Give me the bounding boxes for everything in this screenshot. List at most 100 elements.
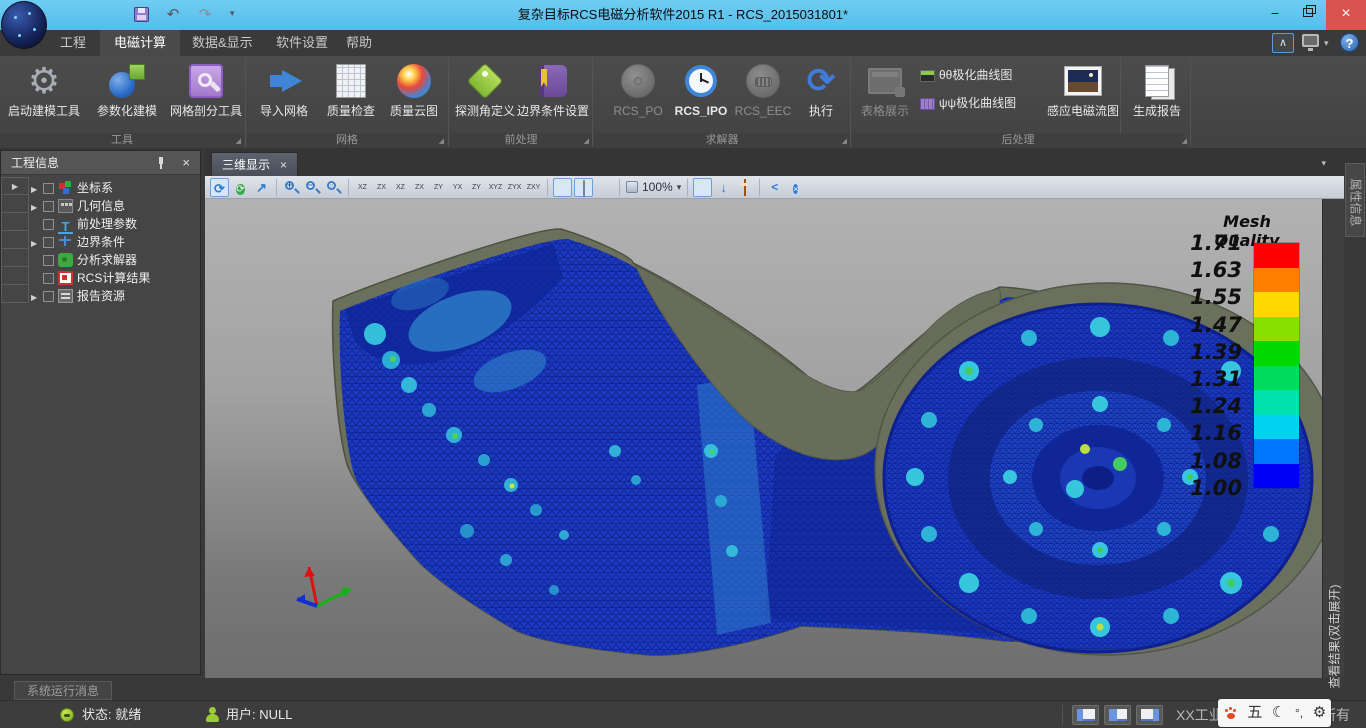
view-preset-button[interactable]: XYZ bbox=[486, 178, 505, 197]
rcs-ipo-button[interactable]: RCS_IPO bbox=[672, 60, 730, 132]
checkbox[interactable] bbox=[43, 291, 54, 302]
tab-3d-display[interactable]: 三维显示× bbox=[211, 152, 298, 176]
quality-cloudmap-button[interactable]: 质量云图 bbox=[384, 60, 444, 132]
dialog-launcher-icon[interactable]: ◢ bbox=[584, 138, 589, 145]
tab-help[interactable]: 帮助 bbox=[332, 30, 386, 56]
checkbox[interactable] bbox=[43, 237, 54, 248]
checkbox[interactable] bbox=[43, 201, 54, 212]
ime-punctuation-icon[interactable]: °, bbox=[1295, 699, 1303, 727]
quick-access-caret-icon[interactable]: ▾ bbox=[230, 8, 235, 19]
import-mesh-button[interactable]: 导入网格 bbox=[251, 60, 317, 132]
tab-project[interactable]: 工程 bbox=[46, 30, 100, 56]
tree-item-preprocess-params[interactable]: T前处理参数 bbox=[31, 215, 199, 233]
display-icon[interactable] bbox=[1302, 34, 1319, 47]
tree-item-report-resources[interactable]: ▶报告资源 bbox=[31, 287, 199, 305]
layout-right-button[interactable] bbox=[1136, 705, 1163, 725]
tab-data-display[interactable]: 数据&显示 bbox=[178, 30, 267, 56]
view-preset-button[interactable]: ZY bbox=[429, 178, 448, 197]
parametric-modeling-button[interactable]: 参数化建模 bbox=[88, 60, 166, 132]
launch-modeling-tool-button[interactable]: ⚙ 启动建模工具 bbox=[4, 60, 84, 132]
view-preset-button[interactable]: ZYX bbox=[505, 178, 524, 197]
viewport-3d[interactable] bbox=[205, 199, 1322, 678]
view-preset-button[interactable]: XZ bbox=[391, 178, 410, 197]
system-messages-tab[interactable]: 系统运行消息 bbox=[14, 681, 112, 700]
save-icon[interactable] bbox=[134, 7, 149, 22]
display-caret-icon[interactable]: ▾ bbox=[1324, 38, 1329, 49]
tree-item-boundary-conditions[interactable]: ▶边界条件 bbox=[31, 233, 199, 251]
checkbox[interactable] bbox=[43, 219, 54, 230]
view-preset-button[interactable]: XZ bbox=[353, 178, 372, 197]
layout-left-button[interactable] bbox=[1072, 705, 1099, 725]
probe-angle-button[interactable]: 探测角定义 bbox=[452, 60, 518, 132]
checkbox[interactable] bbox=[43, 183, 54, 194]
close-view-button[interactable]: × bbox=[786, 178, 805, 197]
mesh-partition-tool-button[interactable]: 网格剖分工具 bbox=[168, 60, 244, 132]
boundary-condition-button[interactable]: 边界条件设置 bbox=[514, 60, 592, 132]
share-button[interactable]: < bbox=[765, 178, 784, 197]
ime-moon-icon[interactable]: ☾ bbox=[1272, 699, 1285, 727]
tree-item-rcs-results[interactable]: RCS计算结果 bbox=[31, 269, 199, 287]
tab-close-icon[interactable]: × bbox=[280, 158, 287, 172]
ime-logo-paw-icon[interactable] bbox=[1223, 706, 1238, 720]
undo-icon[interactable]: ↶ bbox=[162, 5, 184, 25]
pin-icon[interactable] bbox=[156, 157, 166, 169]
ime-toolbar[interactable]: 五 ☾ °, ⚙ bbox=[1218, 699, 1331, 727]
view-preset-button[interactable]: ZX bbox=[372, 178, 391, 197]
theta-polar-curve-button[interactable]: θθ极化曲线图 bbox=[920, 64, 1040, 86]
tab-settings[interactable]: 软件设置 bbox=[262, 30, 342, 56]
tree-item-analysis-solver[interactable]: 分析求解器 bbox=[31, 251, 199, 269]
drop-view-button[interactable]: ↓ bbox=[714, 178, 733, 197]
ime-mode-indicator[interactable]: 五 bbox=[1247, 699, 1262, 727]
clip-plane-button[interactable] bbox=[693, 178, 712, 197]
psi-polar-curve-button[interactable]: ψψ极化曲线图 bbox=[920, 92, 1040, 114]
rotate-view-button[interactable]: ⟳ bbox=[210, 178, 229, 197]
view-preset-button[interactable]: ZY bbox=[467, 178, 486, 197]
pan-view-button[interactable]: ↗ bbox=[252, 178, 271, 197]
checkbox[interactable] bbox=[43, 273, 54, 284]
ime-settings-gear-icon[interactable]: ⚙ bbox=[1313, 699, 1326, 727]
smooth-shade-button[interactable] bbox=[553, 178, 572, 197]
panel-close-icon[interactable]: × bbox=[182, 151, 190, 175]
view-preset-button[interactable]: YX bbox=[448, 178, 467, 197]
checkbox[interactable] bbox=[43, 255, 54, 266]
chevron-down-icon[interactable]: ▾ bbox=[677, 182, 682, 193]
points-display-button[interactable] bbox=[595, 178, 614, 197]
window-capture-button[interactable] bbox=[735, 178, 754, 197]
tree-item-geometry-info[interactable]: ▶几何信息 bbox=[31, 197, 199, 215]
results-collapsed-strip[interactable]: 查看结果(双击展开) bbox=[1322, 199, 1344, 678]
dialog-launcher-icon[interactable]: ◢ bbox=[842, 138, 847, 145]
zoom-window-button[interactable]: ▫ bbox=[324, 178, 343, 197]
tab-em-compute[interactable]: 电磁计算 bbox=[100, 30, 180, 56]
induced-current-map-button[interactable]: 感应电磁流图 bbox=[1044, 60, 1122, 132]
dialog-launcher-icon[interactable]: ◢ bbox=[1182, 138, 1187, 145]
execute-button[interactable]: ⟳ 执行 bbox=[798, 60, 844, 132]
refresh-view-button[interactable]: ⟳ bbox=[231, 178, 250, 197]
minimize-button[interactable]: − bbox=[1258, 0, 1292, 28]
surface-display-button[interactable] bbox=[574, 178, 593, 197]
project-panel-header[interactable]: 工程信息 × bbox=[1, 151, 200, 175]
zoom-level-control[interactable]: 100% ▾ bbox=[626, 180, 681, 194]
layout-split-button[interactable] bbox=[1104, 705, 1131, 725]
rcs-eec-button[interactable]: RCS_EEC bbox=[734, 60, 792, 132]
tab-overflow-icon[interactable]: ▾ bbox=[1321, 158, 1326, 169]
rcs-po-button[interactable]: RCS_PO bbox=[610, 60, 666, 132]
quality-check-button[interactable]: 质量检查 bbox=[321, 60, 381, 132]
generate-report-button[interactable]: 生成报告 bbox=[1128, 60, 1186, 132]
view-preset-button[interactable]: ZXY bbox=[524, 178, 543, 197]
gutter-expander[interactable]: ▶ bbox=[1, 177, 29, 195]
dialog-launcher-icon[interactable]: ◢ bbox=[439, 138, 444, 145]
properties-collapsed-tab[interactable]: 属性信息 bbox=[1345, 163, 1365, 237]
tree-item-coordinate-system[interactable]: ▶坐标系 bbox=[31, 179, 199, 197]
dialog-launcher-icon[interactable]: ◢ bbox=[236, 138, 241, 145]
restore-button[interactable] bbox=[1292, 0, 1326, 28]
view-preset-button[interactable]: ZX bbox=[410, 178, 429, 197]
app-logo[interactable] bbox=[1, 1, 47, 49]
redo-icon[interactable]: ↷ bbox=[194, 5, 216, 25]
help-button[interactable]: ? bbox=[1340, 33, 1359, 52]
zoom-in-button[interactable]: + bbox=[282, 178, 301, 197]
table-display-button[interactable]: 表格展示 bbox=[856, 60, 914, 132]
close-button[interactable]: × bbox=[1326, 0, 1366, 30]
zoom-out-button[interactable]: − bbox=[303, 178, 322, 197]
expand-icon[interactable]: ▶ bbox=[31, 289, 43, 307]
ribbon-collapse-button[interactable]: ∧ bbox=[1272, 33, 1294, 53]
